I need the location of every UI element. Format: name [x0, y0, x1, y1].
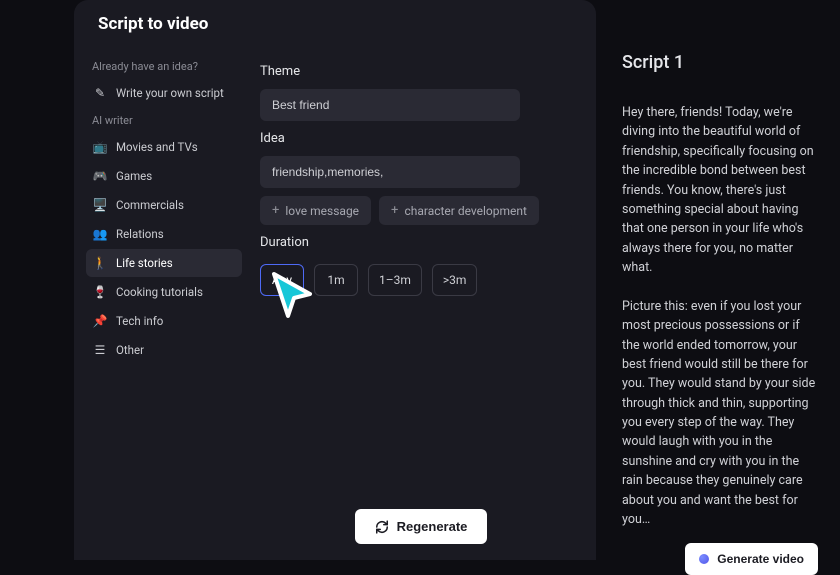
sidebar-item-other[interactable]: ☰ Other [86, 336, 242, 364]
glass-icon: 🍷 [92, 284, 108, 300]
plus-icon: + [272, 203, 279, 218]
sidebar: Already have an idea? ✎ Write your own s… [74, 44, 242, 560]
sidebar-item-tech[interactable]: 📌 Tech info [86, 307, 242, 335]
gamepad-icon: 🎮 [92, 168, 108, 184]
sidebar-item-label: Tech info [116, 314, 163, 328]
reload-icon [375, 520, 389, 534]
write-own-script[interactable]: ✎ Write your own script [86, 79, 242, 107]
editor-panel: Script to video Already have an idea? ✎ … [74, 0, 596, 560]
chip-label: love message [285, 204, 359, 218]
sidebar-item-label: Commercials [116, 198, 184, 212]
duration-1-3m[interactable]: 1–3m [368, 264, 422, 296]
monitor-icon: 🖥️ [92, 197, 108, 213]
sidebar-item-label: Life stories [116, 256, 173, 270]
regenerate-label: Regenerate [397, 519, 468, 534]
sparkle-icon [699, 554, 709, 564]
duration-gt3m[interactable]: >3m [432, 264, 478, 296]
sidebar-item-label: Movies and TVs [116, 140, 198, 154]
person-icon: 🚶 [92, 255, 108, 271]
panel-title: Script to video [98, 14, 208, 34]
panel-header: Script to video [74, 0, 596, 44]
sidebar-item-cooking[interactable]: 🍷 Cooking tutorials [86, 278, 242, 306]
sidebar-item-life-stories[interactable]: 🚶 Life stories [86, 249, 242, 277]
sidebar-ai-label: AI writer [86, 108, 242, 133]
list-icon: ☰ [92, 342, 108, 358]
sidebar-item-label: Other [116, 343, 144, 357]
pencil-icon: ✎ [92, 85, 108, 101]
idea-input[interactable] [260, 156, 520, 188]
sidebar-item-games[interactable]: 🎮 Games [86, 162, 242, 190]
generate-video-button[interactable]: Generate video [685, 543, 818, 575]
regenerate-button[interactable]: Regenerate [355, 509, 488, 544]
pin-icon: 📌 [92, 313, 108, 329]
sidebar-item-label: Relations [116, 227, 164, 241]
script-title: Script 1 [622, 52, 818, 73]
sidebar-item-movies[interactable]: 📺 Movies and TVs [86, 133, 242, 161]
suggestion-chip-character[interactable]: + character development [379, 196, 539, 225]
sidebar-item-commercials[interactable]: 🖥️ Commercials [86, 191, 242, 219]
sidebar-item-label: Cooking tutorials [116, 285, 203, 299]
script-body: Hey there, friends! Today, we're diving … [622, 103, 818, 529]
sidebar-idea-label: Already have an idea? [86, 54, 242, 79]
generate-label: Generate video [717, 552, 804, 566]
duration-label: Duration [260, 235, 582, 250]
idea-suggestions: + love message + character development [260, 196, 582, 225]
plus-icon: + [391, 203, 398, 218]
form-area: Theme Idea + love message + character de… [242, 44, 582, 560]
script-panel: Script 1 Hey there, friends! Today, we'r… [596, 0, 840, 560]
theme-input[interactable] [260, 89, 520, 121]
duration-1m[interactable]: 1m [314, 264, 358, 296]
people-icon: 👥 [92, 226, 108, 242]
duration-options: Any 1m 1–3m >3m [260, 264, 582, 296]
idea-label: Idea [260, 131, 582, 146]
chip-label: character development [404, 204, 526, 218]
write-own-label: Write your own script [116, 86, 224, 100]
tv-icon: 📺 [92, 139, 108, 155]
duration-any[interactable]: Any [260, 264, 304, 296]
sidebar-item-relations[interactable]: 👥 Relations [86, 220, 242, 248]
theme-label: Theme [260, 64, 582, 79]
sidebar-item-label: Games [116, 169, 152, 183]
suggestion-chip-love[interactable]: + love message [260, 196, 371, 225]
